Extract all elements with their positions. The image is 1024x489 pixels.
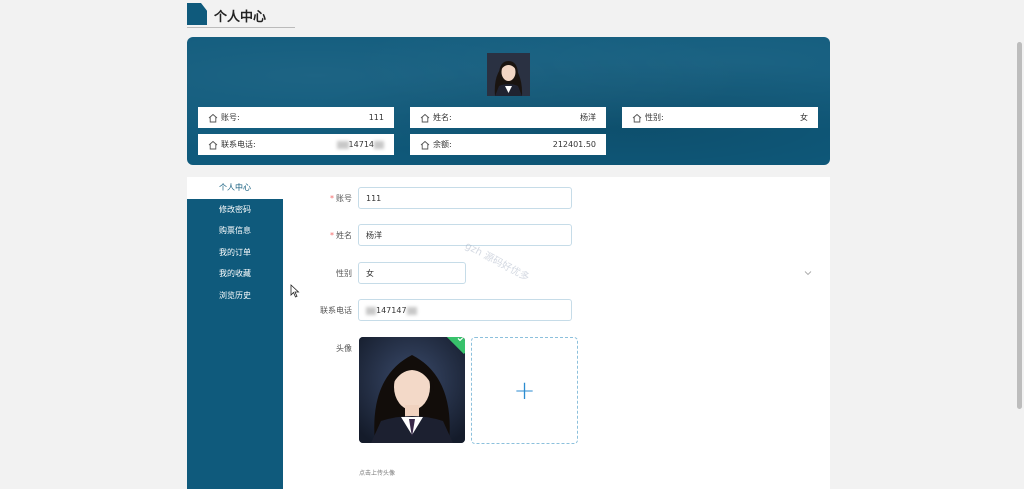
profile-header-card: 账号: 111 姓名: 杨洋 性别: 女 联系电话: 14714 余额: 212… xyxy=(187,37,830,165)
chevron-down-icon[interactable] xyxy=(803,268,813,278)
header-avatar xyxy=(487,53,530,96)
info-balance: 余额: 212401.50 xyxy=(410,134,606,155)
info-value: 111 xyxy=(368,113,384,122)
form-row-name: * 姓名 杨洋 xyxy=(283,224,830,248)
page-scrollbar[interactable] xyxy=(1017,42,1022,409)
info-account: 账号: 111 xyxy=(198,107,394,128)
info-value: 杨洋 xyxy=(580,113,596,122)
required-mark: * xyxy=(330,231,334,240)
avatar-label: 头像 xyxy=(336,344,352,353)
mouse-cursor-icon xyxy=(290,284,300,298)
info-label: 姓名: xyxy=(433,113,452,122)
info-value: 212401.50 xyxy=(552,140,596,149)
info-phone: 联系电话: 14714 xyxy=(198,134,394,155)
menu-item-orders[interactable]: 我的订单 xyxy=(187,242,283,264)
account-input[interactable]: 111 xyxy=(358,187,572,209)
home-icon xyxy=(420,140,430,149)
home-icon xyxy=(420,113,430,122)
info-label: 余额: xyxy=(433,140,452,149)
title-flag-icon xyxy=(187,3,207,25)
info-label: 性别: xyxy=(645,113,664,122)
avatar-upload-button[interactable]: + xyxy=(471,337,578,444)
home-icon xyxy=(632,113,642,122)
menu-item-history[interactable]: 浏览历史 xyxy=(187,285,283,307)
phone-label: 联系电话 xyxy=(320,306,352,315)
info-value: 女 xyxy=(800,113,808,122)
profile-form: * 账号 111 * 姓名 杨洋 性别 女 联系电话 147147 头像 + 点… xyxy=(283,177,830,489)
phone-input[interactable]: 147147 xyxy=(358,299,572,321)
info-name: 姓名: 杨洋 xyxy=(410,107,606,128)
name-input[interactable]: 杨洋 xyxy=(358,224,572,246)
page-title: 个人中心 xyxy=(214,10,267,25)
home-icon xyxy=(208,113,218,122)
menu-item-profile[interactable]: 个人中心 xyxy=(187,177,283,199)
info-gender: 性别: 女 xyxy=(622,107,818,128)
plus-icon: + xyxy=(513,375,536,406)
page-title-bar: 个人中心 xyxy=(187,3,295,28)
side-menu: 个人中心 修改密码 购票信息 我的订单 我的收藏 浏览历史 xyxy=(187,177,283,489)
gender-label: 性别 xyxy=(336,269,352,278)
info-label: 账号: xyxy=(221,113,240,122)
info-value: 14714 xyxy=(336,140,384,149)
avatar-preview[interactable] xyxy=(359,337,465,443)
info-label: 联系电话: xyxy=(221,140,256,149)
gender-select[interactable]: 女 xyxy=(358,262,466,284)
account-label: * 账号 xyxy=(330,194,352,203)
menu-item-tickets[interactable]: 购票信息 xyxy=(187,220,283,242)
form-row-account: * 账号 111 xyxy=(283,187,830,211)
upload-hint: 点击上传头像 xyxy=(359,470,396,477)
home-icon xyxy=(208,140,218,149)
name-label: * 姓名 xyxy=(330,231,352,240)
menu-item-change-password[interactable]: 修改密码 xyxy=(187,199,283,221)
required-mark: * xyxy=(330,194,334,203)
form-row-gender: 性别 女 xyxy=(283,262,830,286)
menu-item-favorites[interactable]: 我的收藏 xyxy=(187,263,283,285)
form-row-phone: 联系电话 147147 xyxy=(283,299,830,323)
